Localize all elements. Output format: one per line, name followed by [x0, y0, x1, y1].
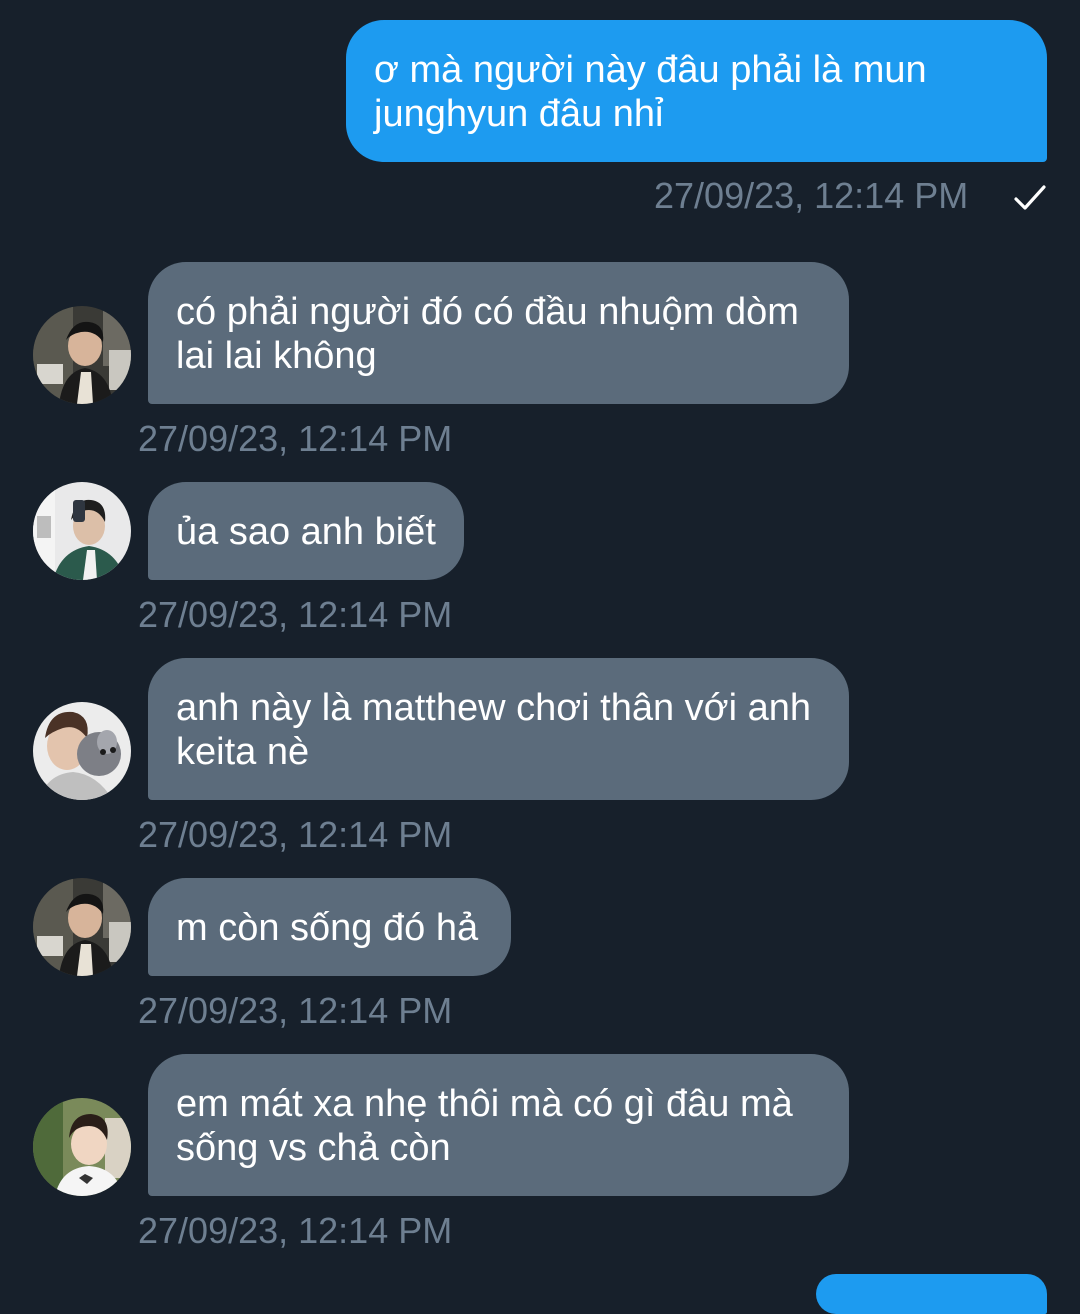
incoming-message-bubble[interactable]: ủa sao anh biết [148, 482, 464, 580]
message-timestamp: 27/09/23, 12:14 PM [138, 418, 453, 459]
avatar[interactable] [33, 1098, 131, 1196]
outgoing-message-bubble-partial[interactable] [816, 1274, 1047, 1314]
message-timestamp: 27/09/23, 12:14 PM [138, 990, 453, 1031]
message-timestamp: 27/09/23, 12:14 PM [138, 1210, 453, 1251]
incoming-message-bubble[interactable]: có phải người đó có đầu nhuộm dòm lai la… [148, 262, 849, 404]
incoming-message-bubble[interactable]: em mát xa nhẹ thôi mà có gì đâu mà sống … [148, 1054, 849, 1196]
incoming-message-bubble[interactable]: m còn sống đó hả [148, 878, 511, 976]
incoming-message-bubble[interactable]: anh này là matthew chơi thân với anh kei… [148, 658, 849, 800]
checkmark-icon [1014, 185, 1046, 210]
avatar[interactable] [33, 306, 131, 404]
avatar[interactable] [33, 702, 131, 800]
avatar[interactable] [33, 482, 131, 580]
message-thread[interactable]: ơ mà người này đâu phải là mun junghyun … [0, 0, 1080, 1314]
message-timestamp: 27/09/23, 12:14 PM [138, 814, 453, 855]
message-timestamp: 27/09/23, 12:14 PM [138, 594, 453, 635]
message-timestamp: 27/09/23, 12:14 PM [654, 175, 969, 216]
outgoing-message-bubble[interactable]: ơ mà người này đâu phải là mun junghyun … [346, 20, 1047, 162]
avatar[interactable] [33, 878, 131, 976]
